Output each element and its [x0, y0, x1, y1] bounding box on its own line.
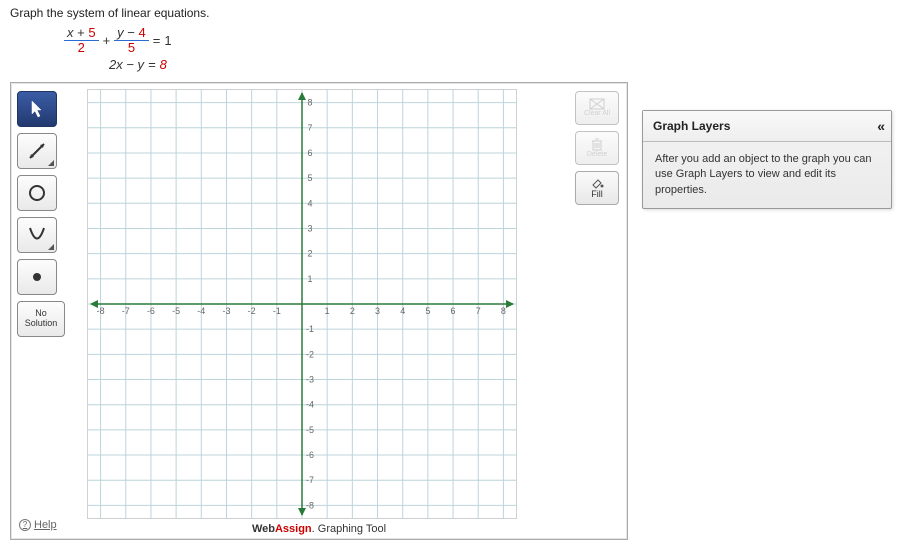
svg-text:8: 8 [501, 306, 506, 316]
point-tool[interactable] [17, 259, 57, 295]
action-palette: Clear All Delete Fill [573, 91, 621, 205]
svg-text:-1: -1 [306, 324, 314, 334]
expand-icon [48, 244, 54, 250]
equation-1: x + 5 2 + y − 4 5 = 1 [64, 26, 890, 56]
fill-label: Fill [591, 189, 603, 199]
svg-text:-4: -4 [306, 400, 314, 410]
clear-label: Clear All [584, 110, 610, 117]
svg-text:-1: -1 [273, 306, 281, 316]
svg-text:-7: -7 [306, 475, 314, 485]
no-solution-tool[interactable]: No Solution [17, 301, 65, 337]
point-icon [32, 272, 42, 282]
svg-text:4: 4 [307, 198, 312, 208]
line-tool[interactable] [17, 133, 57, 169]
graph-layers-title: Graph Layers [653, 119, 730, 133]
svg-text:6: 6 [307, 148, 312, 158]
eq1-den-2: 2 [75, 41, 88, 55]
svg-text:-3: -3 [222, 306, 230, 316]
svg-text:2: 2 [307, 249, 312, 259]
tool-palette: No Solution [17, 91, 77, 337]
graph-layers-body: After you add an object to the graph you… [643, 142, 891, 208]
svg-text:-2: -2 [248, 306, 256, 316]
svg-text:-6: -6 [306, 450, 314, 460]
svg-text:6: 6 [451, 306, 456, 316]
delete-button[interactable]: Delete [575, 131, 619, 165]
circle-tool[interactable] [17, 175, 57, 211]
svg-text:-5: -5 [306, 425, 314, 435]
pointer-icon [30, 100, 44, 118]
svg-text:-8: -8 [306, 500, 314, 510]
eq1-const-5: 5 [88, 25, 95, 40]
eq2-lhs: 2x − y [109, 58, 144, 72]
svg-text:7: 7 [307, 123, 312, 133]
svg-text:8: 8 [307, 97, 312, 107]
clear-all-button[interactable]: Clear All [575, 91, 619, 125]
fraction-2: y − 4 5 [114, 26, 149, 56]
fill-icon [590, 177, 604, 189]
graphing-tool-app: No Solution ? Help 1-11-12-22-23-33-34-4… [10, 82, 628, 540]
problem-area: Graph the system of linear equations. x … [0, 0, 900, 78]
svg-text:4: 4 [400, 306, 405, 316]
svg-text:-5: -5 [172, 306, 180, 316]
svg-text:5: 5 [425, 306, 430, 316]
eq1-const-4: 4 [138, 25, 145, 40]
clear-icon [589, 98, 605, 110]
svg-text:-6: -6 [147, 306, 155, 316]
svg-text:1: 1 [307, 274, 312, 284]
svg-text:-8: -8 [97, 306, 105, 316]
svg-text:3: 3 [375, 306, 380, 316]
delete-label: Delete [587, 151, 607, 158]
svg-text:-7: -7 [122, 306, 130, 316]
brand-footer: WebAssign. Graphing Tool [11, 523, 627, 535]
svg-text:2: 2 [350, 306, 355, 316]
parabola-tool[interactable] [17, 217, 57, 253]
graph-layers-header: Graph Layers « [643, 111, 891, 142]
parabola-icon [27, 225, 47, 245]
fraction-1: x + 5 2 [64, 26, 99, 56]
eq1-rhs: 1 [164, 34, 171, 48]
problem-instruction: Graph the system of linear equations. [10, 6, 890, 20]
equation-block: x + 5 2 + y − 4 5 = 1 2x − y = 8 [64, 26, 890, 72]
trash-icon [590, 137, 604, 151]
circle-icon [27, 183, 47, 203]
svg-text:-3: -3 [306, 374, 314, 384]
svg-text:3: 3 [307, 223, 312, 233]
graph-canvas[interactable]: 1 -1 1 -1 2 -2 2 -2 3 -3 3 -3 4 -4 4 -4 5 -5 5 -5 6 -6 6 -6 7 -7 7… [87, 89, 517, 519]
collapse-icon[interactable]: « [877, 118, 881, 134]
pointer-tool[interactable] [17, 91, 57, 127]
svg-text:-2: -2 [306, 349, 314, 359]
svg-text:-4: -4 [197, 306, 205, 316]
no-solution-label-2: Solution [25, 319, 58, 329]
expand-icon [48, 160, 54, 166]
line-icon [27, 141, 47, 161]
equation-2: 2x − y = 8 [109, 58, 890, 72]
eq1-den-5: 5 [125, 41, 138, 55]
fill-button[interactable]: Fill [575, 171, 619, 205]
coordinate-grid: 1 -1 1 -1 2 -2 2 -2 3 -3 3 -3 4 -4 4 -4 5 -5 5 -5 6 -6 6 -6 7 -7 7… [88, 90, 516, 518]
graph-layers-panel: Graph Layers « After you add an object t… [642, 110, 892, 209]
svg-text:5: 5 [307, 173, 312, 183]
svg-text:7: 7 [476, 306, 481, 316]
eq2-rhs: 8 [160, 58, 167, 72]
svg-text:1: 1 [325, 306, 330, 316]
